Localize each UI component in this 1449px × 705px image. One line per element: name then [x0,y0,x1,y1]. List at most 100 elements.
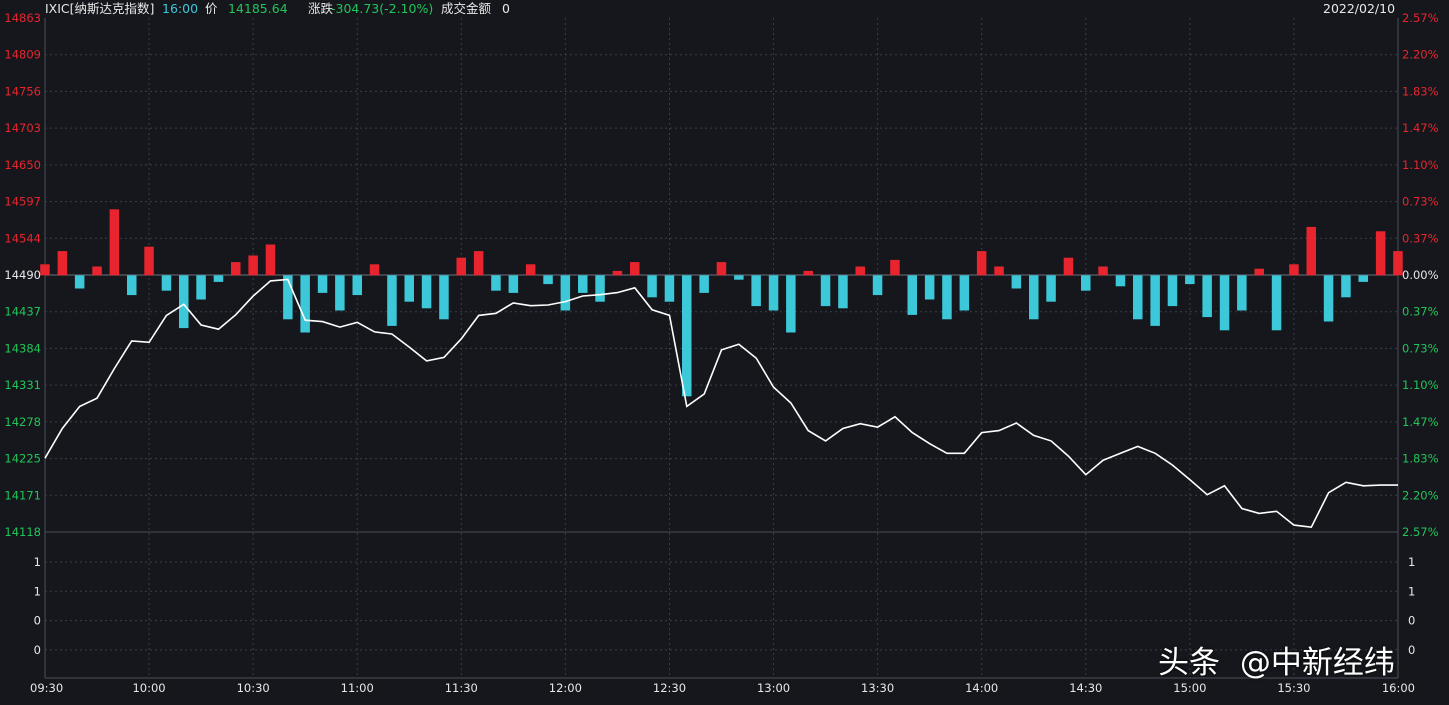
pct-tick-label: 0.73% [1402,341,1439,355]
change-bar [456,257,466,276]
volume-tick-label: 1 [34,555,41,569]
y-tick-label: 14171 [4,488,41,502]
pct-tick-label: 0.00% [1402,268,1439,282]
x-tick-label: 09:30 [30,681,63,695]
y-tick-label: 14703 [4,121,41,135]
y-tick-label: 14278 [4,415,41,429]
change-bar [890,259,900,276]
axes: 14863 2.57% 14809 2.20% 14756 1.83% 14703 1.47%… [4,11,1438,695]
change-bar [1150,275,1160,326]
change-bar [40,264,50,276]
watermark: 头条 @中新经纬 [1158,643,1395,683]
change-bar [699,275,709,293]
y-tick-label: 14809 [4,48,41,62]
change-bar [595,275,605,302]
volume-tick-label-right: 1 [1408,555,1415,569]
change-bar [959,275,970,311]
pct-tick-label: 2.57% [1402,11,1439,25]
change-bar [1098,266,1108,276]
change-bar [127,275,137,296]
pct-tick-label: 1.83% [1402,84,1439,98]
y-tick-label: 14650 [4,158,41,172]
grid [44,18,1399,679]
pct-tick-label: 1.10% [1402,378,1439,392]
change-bar [352,275,362,296]
change-bar [92,266,102,276]
change-bar [1029,275,1039,320]
volume-tick-label-right: 1 [1408,584,1415,598]
change-bar [1323,275,1334,322]
pct-tick-label: 1.47% [1402,121,1439,135]
price-line [44,278,1398,529]
x-tick-label: 11:00 [341,681,374,695]
change-bar [1375,231,1386,276]
x-tick-label: 10:00 [132,681,165,695]
change-bar [525,264,536,276]
intraday-chart[interactable]: 14863 2.57% 14809 2.20% 14756 1.83% 14703 1.47%… [0,0,1449,705]
change-bar [335,275,345,311]
pct-tick-label: 1.47% [1402,415,1439,429]
x-tick-label: 15:00 [1173,681,1206,695]
watermark-author: @中新经纬 [1239,645,1395,681]
x-tick-label: 11:30 [445,681,478,695]
change-bar [803,270,813,276]
pct-tick-label: 2.20% [1402,488,1439,502]
change-bar [994,266,1004,276]
change-bar [872,275,883,296]
change-bar [1289,264,1299,276]
x-tick-label: 15:30 [1277,681,1310,695]
y-tick-label: 14863 [4,11,41,25]
change-bar [179,275,189,329]
change-bar [1133,275,1143,320]
change-bar [404,275,414,302]
pct-tick-label: 2.20% [1402,48,1439,62]
change-bar [231,262,241,276]
x-tick-label: 13:00 [757,681,790,695]
change-bar [508,275,519,293]
change-bar [421,275,432,309]
change-bar [838,275,848,309]
change-bar [1306,226,1316,276]
pct-tick-label: 0.73% [1402,195,1439,209]
x-tick-label: 14:30 [1069,681,1102,695]
volume-tick-label-right: 0 [1408,614,1415,628]
change-bar [1202,275,1212,318]
y-tick-label: 14437 [4,305,41,319]
change-bar [578,275,588,293]
change-bar [317,275,328,293]
change-bar [942,275,952,320]
change-bar [369,264,380,276]
change-bar [647,275,657,298]
volume-tick-label-right: 0 [1408,643,1415,657]
pct-tick-label: 1.10% [1402,158,1439,172]
x-tick-label: 12:30 [653,681,686,695]
change-bar [1358,275,1368,282]
y-tick-label: 14756 [4,84,41,98]
change-bar [1081,275,1091,291]
y-tick-label: 14490 [4,268,41,282]
change-bar [300,275,310,333]
change-bar [1271,275,1282,331]
change-bar [213,275,224,282]
change-bar [196,275,206,300]
change-bar [907,275,917,315]
change-bar [560,275,571,311]
change-bar [612,270,623,276]
change-bar [630,262,640,276]
change-bar [1011,275,1022,289]
change-bar [664,275,675,302]
change-bar [387,275,397,326]
x-tick-label: 13:30 [861,681,894,695]
change-bar [1046,275,1056,302]
volume-tick-label: 1 [34,584,41,598]
y-tick-label: 14331 [4,378,41,392]
change-bar [265,244,276,276]
volume-tick-label: 0 [34,643,41,657]
x-tick-label: 16:00 [1382,681,1415,695]
pct-tick-label: 2.57% [1402,525,1439,539]
change-bar [1115,275,1126,287]
change-bar [786,275,796,333]
change-bar [716,262,727,276]
change-bar [924,275,935,300]
change-bar [734,275,744,280]
